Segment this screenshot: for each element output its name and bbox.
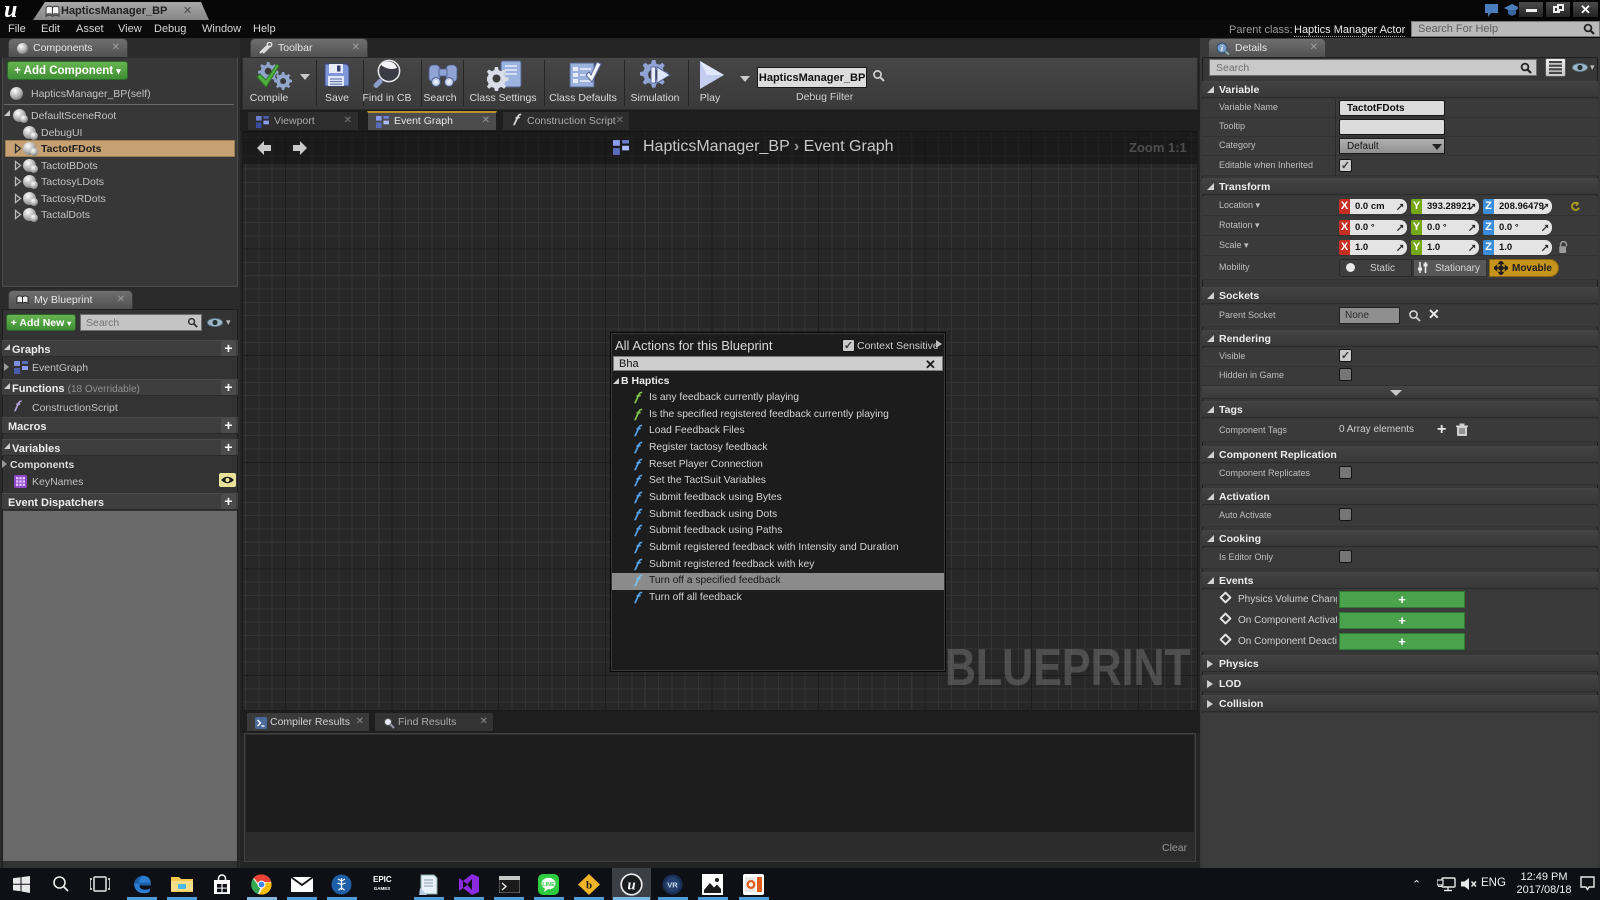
svg-text:u: u bbox=[4, 0, 17, 20]
svg-text:LINE: LINE bbox=[542, 882, 555, 888]
svg-text:VR: VR bbox=[667, 881, 678, 890]
svg-text:u: u bbox=[627, 878, 635, 894]
svg-text:b: b bbox=[586, 880, 592, 892]
